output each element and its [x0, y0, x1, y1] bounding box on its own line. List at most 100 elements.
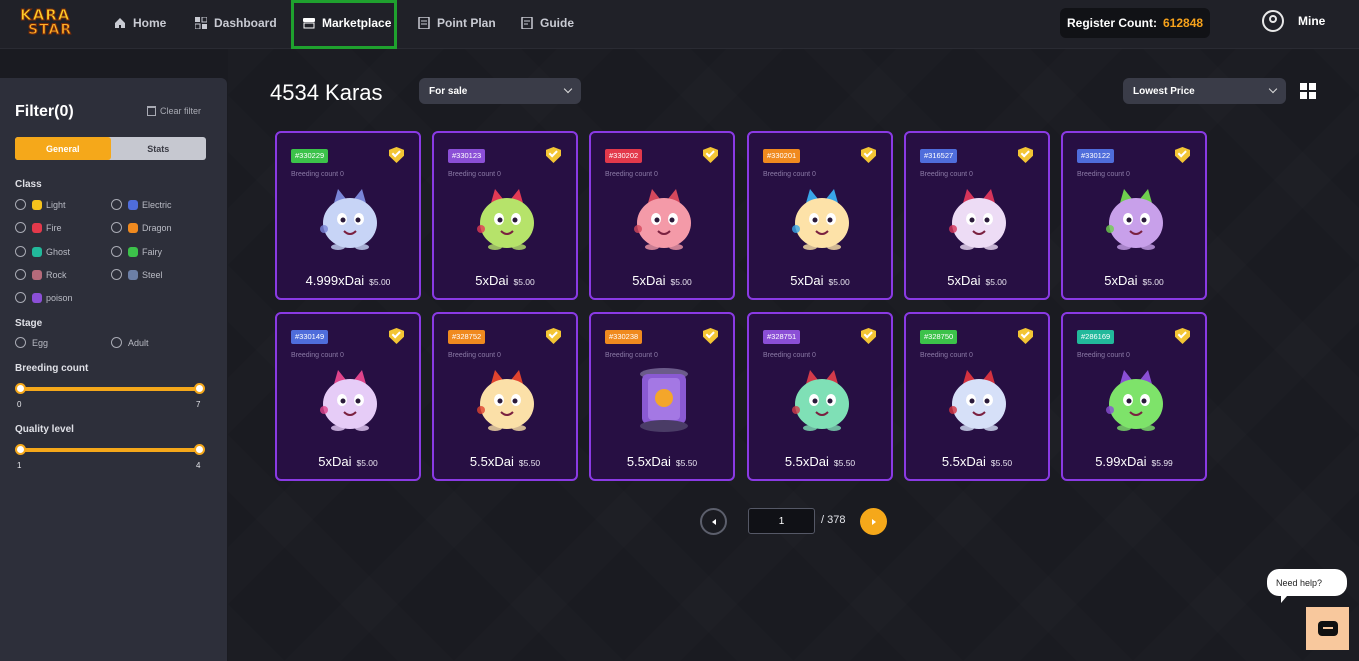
stage-option-egg[interactable]: Egg	[15, 337, 48, 348]
class-option-ghost[interactable]: Ghost	[15, 246, 70, 257]
page-number-input[interactable]: 1	[748, 508, 815, 534]
tab-general[interactable]: General	[15, 137, 111, 160]
tab-stats[interactable]: Stats	[111, 137, 207, 160]
kara-card[interactable]: #330123 Breeding count 0 5xDai $5.00	[432, 131, 578, 300]
steel-class-icon	[128, 269, 138, 280]
nav-dashboard[interactable]: Dashboard	[195, 13, 277, 33]
next-page-button[interactable]	[860, 508, 887, 535]
radio-button[interactable]	[111, 222, 122, 233]
class-option-poison[interactable]: poison	[15, 292, 73, 303]
breeding-count-slider[interactable]	[15, 383, 205, 394]
nav-guide[interactable]: Guide	[521, 13, 574, 33]
kara-card[interactable]: #330201 Breeding count 0 5xDai $5.00	[747, 131, 893, 300]
kara-card[interactable]: #330229 Breeding count 0 4.999xDai $5.00	[275, 131, 421, 300]
kara-card[interactable]: #330202 Breeding count 0 5xDai $5.00	[589, 131, 735, 300]
nav-home[interactable]: Home	[114, 13, 166, 33]
kara-card[interactable]: #328752 Breeding count 0 5.5xDai $5.50	[432, 312, 578, 481]
stage-option-adult[interactable]: Adult	[111, 337, 149, 348]
price-row: 5.5xDai $5.50	[906, 454, 1048, 469]
kara-card[interactable]: #286169 Breeding count 0 5.99xDai $5.99	[1061, 312, 1207, 481]
chevron-down-icon	[563, 84, 573, 94]
price-row: 5xDai $5.00	[591, 273, 733, 288]
class-label: poison	[46, 292, 73, 303]
price-row: 5.5xDai $5.50	[749, 454, 891, 469]
price-xdai: 5.99xDai	[1095, 454, 1147, 469]
price-xdai: 5xDai	[318, 454, 352, 469]
kara-creature-image	[477, 189, 534, 250]
quality-level-title: Quality level	[15, 424, 74, 435]
price-usd: $5.00	[985, 277, 1007, 287]
class-option-steel[interactable]: Steel	[111, 269, 163, 280]
radio-button[interactable]	[15, 199, 26, 210]
kara-card[interactable]: #330122 Breeding count 0 5xDai $5.00	[1061, 131, 1207, 300]
class-option-fire[interactable]: Fire	[15, 222, 62, 233]
kara-card[interactable]: #316527 Breeding count 0 5xDai $5.00	[904, 131, 1050, 300]
kara-creature-image	[949, 370, 1006, 431]
price-row: 5xDai $5.00	[277, 454, 419, 469]
quality-min-handle[interactable]	[15, 444, 26, 455]
radio-button[interactable]	[111, 246, 122, 257]
radio-button[interactable]	[15, 222, 26, 233]
verified-shield-icon	[861, 328, 876, 344]
home-icon	[115, 18, 125, 28]
verified-shield-icon	[861, 147, 876, 163]
stage-label: Egg	[32, 337, 49, 348]
nav-marketplace-label: Marketplace	[322, 16, 392, 30]
quality-max-handle[interactable]	[194, 444, 205, 455]
user-menu[interactable]: Mine	[1262, 10, 1325, 32]
point-plan-icon	[418, 17, 430, 29]
kara-creature-image	[320, 189, 377, 250]
radio-button[interactable]	[15, 246, 26, 257]
class-option-dragon[interactable]: Dragon	[111, 222, 172, 233]
dashboard-icon	[195, 17, 207, 29]
radio-button[interactable]	[111, 199, 122, 210]
need-help-bubble[interactable]: Need help?	[1267, 569, 1347, 603]
user-menu-label: Mine	[1298, 14, 1326, 28]
kara-card[interactable]: #330238 Breeding count 0 5.5xDai $5.50	[589, 312, 735, 481]
clear-filter-button[interactable]: Clear filter	[147, 106, 201, 116]
breeding-count-text: Breeding count 0	[605, 171, 658, 178]
dragon-class-icon	[128, 222, 138, 233]
kara-id-badge: #330202	[605, 149, 643, 163]
radio-button[interactable]	[111, 337, 122, 348]
price-usd: $5.00	[513, 277, 535, 287]
sort-dropdown[interactable]: Lowest Price	[1123, 78, 1286, 104]
class-option-rock[interactable]: Rock	[15, 269, 67, 280]
kara-egg-capsule-image	[640, 368, 688, 432]
class-option-fairy[interactable]: Fairy	[111, 246, 162, 257]
kara-id-badge: #328752	[448, 330, 486, 344]
chat-button[interactable]	[1306, 607, 1349, 650]
nav-marketplace[interactable]: Marketplace	[303, 13, 391, 33]
previous-page-button[interactable]	[700, 508, 727, 535]
radio-button[interactable]	[111, 269, 122, 280]
class-label: Fairy	[142, 246, 162, 257]
kara-id-badge: #330149	[291, 330, 329, 344]
kara-card[interactable]: #330149 Breeding count 0 5xDai $5.00	[275, 312, 421, 481]
chevron-down-icon	[1268, 84, 1278, 94]
breeding-max-handle[interactable]	[194, 383, 205, 394]
karastar-logo[interactable]: KARA STAR	[14, 4, 84, 42]
breeding-count-text: Breeding count 0	[291, 352, 344, 359]
price-xdai: 5.5xDai	[626, 454, 671, 469]
nav-point-plan[interactable]: Point Plan	[418, 13, 496, 33]
kara-creature-image	[792, 370, 849, 431]
class-option-electric[interactable]: Electric	[111, 199, 172, 210]
breeding-min-handle[interactable]	[15, 383, 26, 394]
class-option-light[interactable]: Light	[15, 199, 66, 210]
kara-card[interactable]: #328751 Breeding count 0 5.5xDai $5.50	[747, 312, 893, 481]
quality-level-slider[interactable]	[15, 444, 205, 455]
price-usd: $5.50	[833, 458, 856, 468]
price-row: 5xDai $5.00	[906, 273, 1048, 288]
sale-filter-dropdown[interactable]: For sale	[419, 78, 581, 104]
kara-card[interactable]: #328750 Breeding count 0 5.5xDai $5.50	[904, 312, 1050, 481]
grid-view-icon[interactable]	[1300, 83, 1316, 99]
class-label: Steel	[142, 269, 163, 280]
fire-class-icon	[32, 222, 42, 233]
marketplace-icon	[303, 18, 315, 29]
breeding-count-text: Breeding count 0	[448, 352, 501, 359]
nav-dashboard-label: Dashboard	[214, 16, 277, 30]
radio-button[interactable]	[15, 337, 26, 348]
radio-button[interactable]	[15, 269, 26, 280]
radio-button[interactable]	[15, 292, 26, 303]
kara-id-badge: #330123	[448, 149, 486, 163]
